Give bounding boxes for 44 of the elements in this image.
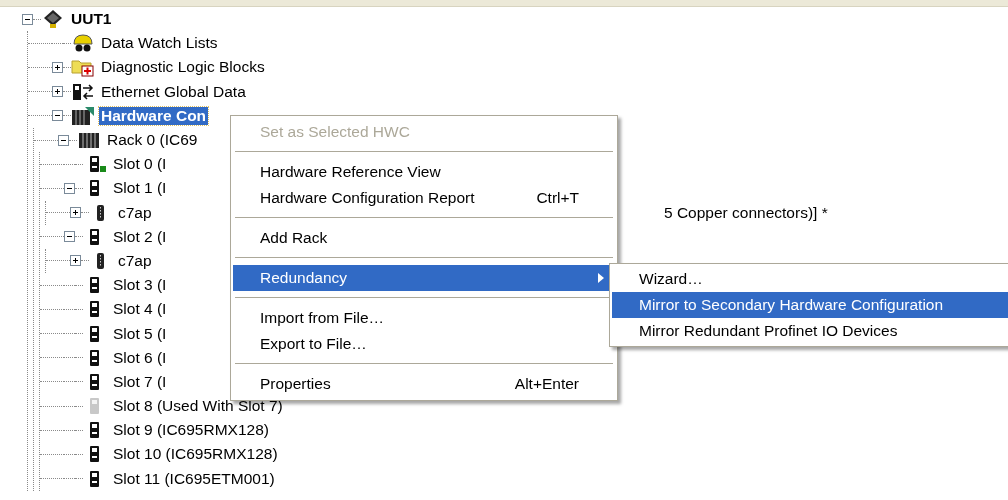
menu-item[interactable]: Properties Alt+Enter [233, 371, 615, 397]
tree-node[interactable]: c7ap [116, 251, 154, 270]
menu-item[interactable]: Hardware Reference View [233, 159, 615, 185]
port-icon [97, 250, 104, 271]
tree-node[interactable]: UUT1 [69, 10, 114, 29]
tree-node[interactable]: Slot 1 (I [111, 179, 169, 198]
expand-icon[interactable] [52, 61, 63, 73]
collapse-icon[interactable] [64, 231, 75, 243]
tree-node-text: 5 Copper connectors)] * [664, 203, 828, 222]
tree-node[interactable]: Slot 0 (I [111, 155, 169, 174]
menu-item[interactable]: Hardware Configuration Report Ctrl+T [233, 185, 615, 211]
menu-item[interactable]: Mirror Redundant Profinet IO Devices [612, 318, 1008, 344]
tree-node[interactable]: Data Watch Lists [99, 34, 220, 53]
collapse-icon[interactable] [52, 110, 63, 122]
collapse-icon[interactable] [22, 13, 33, 25]
tree-node[interactable]: Rack 0 (IC69 [105, 131, 200, 150]
rack-icon [71, 105, 95, 126]
tree-node[interactable]: Slot 9 (IC695RMX128) [111, 421, 271, 440]
menu-item[interactable]: Wizard… [612, 266, 1008, 292]
folder-icon [71, 57, 95, 78]
expand-icon[interactable] [70, 207, 81, 219]
tree-node[interactable]: Slot 8 (Used With Slot 7) [111, 397, 285, 416]
rack-icon [77, 130, 101, 151]
tree-node[interactable]: Diagnostic Logic Blocks [99, 58, 267, 77]
expand-icon[interactable] [52, 86, 63, 98]
menu-item[interactable]: Add Rack [233, 225, 615, 251]
port-icon [97, 202, 104, 223]
tree-node[interactable]: Ethernet Global Data [99, 82, 248, 101]
tree-node[interactable]: Slot 5 (I [111, 324, 169, 343]
tree-node[interactable]: Slot 11 (IC695ETM001) [111, 469, 277, 488]
tree-node[interactable]: c7ap [116, 203, 154, 222]
tree-node[interactable]: Slot 6 (I [111, 348, 169, 367]
tree-node[interactable]: Hardware Con [99, 106, 209, 125]
menu-item[interactable]: Mirror to Secondary Hardware Configuration [612, 292, 1008, 318]
tree-node[interactable]: Slot 7 (I [111, 372, 169, 391]
module-arrows-icon [71, 81, 95, 102]
tree-node[interactable]: Slot 3 (I [111, 276, 169, 295]
tree-node[interactable]: Slot 2 (I [111, 227, 169, 246]
helmet-glasses-icon [71, 33, 95, 54]
expand-icon[interactable] [70, 255, 81, 267]
tree-node[interactable]: Slot 4 (I [111, 300, 169, 319]
collapse-icon[interactable] [58, 134, 69, 146]
tree-node[interactable]: Slot 10 (IC695RMX128) [111, 445, 280, 464]
collapse-icon[interactable] [64, 182, 75, 194]
